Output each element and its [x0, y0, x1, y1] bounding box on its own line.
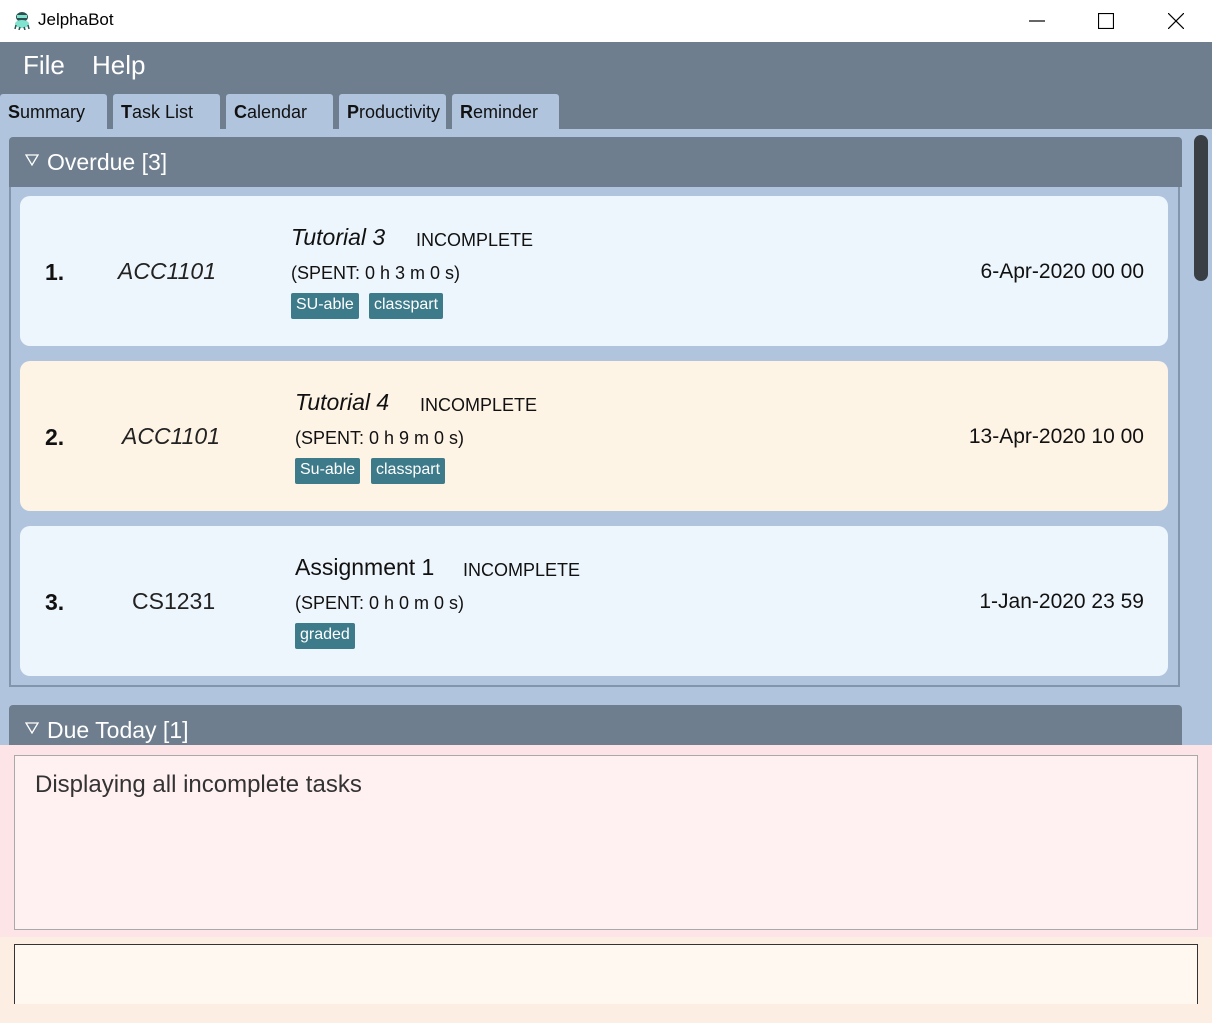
task-tag: graded	[295, 623, 355, 649]
title-bar: JelphaBot	[0, 0, 1212, 42]
tab-label: eminder	[473, 102, 539, 122]
minimize-button[interactable]	[1014, 6, 1060, 36]
menu-bar: File Help	[0, 42, 1212, 89]
scrollbar-thumb[interactable]	[1194, 135, 1208, 281]
task-tag: classpart	[369, 293, 444, 319]
result-display-panel: Displaying all incomplete tasks	[0, 745, 1212, 937]
task-due-date: 1-Jan-2020 23 59	[979, 590, 1144, 613]
tab-mnemonic: R	[460, 102, 473, 122]
task-index: 1.	[45, 259, 65, 285]
overdue-group-header[interactable]: Overdue [3]	[9, 137, 1182, 187]
task-name: Tutorial 4	[295, 389, 390, 415]
maximize-icon	[1098, 13, 1114, 29]
tab-productivity[interactable]: Productivity	[339, 94, 446, 129]
task-time-spent: (SPENT: 0 h 3 m 0 s)	[291, 263, 461, 283]
menu-help[interactable]: Help	[92, 50, 145, 81]
close-icon	[1168, 13, 1184, 29]
tab-mnemonic: T	[121, 102, 132, 122]
tab-label: ummary	[20, 102, 86, 122]
task-tag: Su-able	[295, 458, 361, 484]
task-time-spent: (SPENT: 0 h 0 m 0 s)	[295, 593, 465, 613]
tab-mnemonic: P	[347, 102, 360, 122]
collapse-arrow-icon	[25, 154, 39, 166]
task-due-date: 13-Apr-2020 10 00	[968, 425, 1144, 448]
task-index: 2.	[45, 424, 65, 450]
tab-label: roductivity	[359, 102, 441, 122]
due-today-group-header[interactable]: Due Today [1]	[9, 705, 1182, 745]
group-title: Due Today [1]	[47, 717, 189, 743]
task-card[interactable]: 1. ACC1101 Tutorial 3 INCOMPLETE (SPENT:…	[20, 196, 1168, 346]
tab-label: alendar	[247, 102, 308, 122]
tab-calendar[interactable]: Calendar	[226, 94, 333, 129]
task-status: INCOMPLETE	[463, 560, 581, 580]
tab-reminder[interactable]: Reminder	[452, 94, 559, 129]
tab-summary[interactable]: Summary	[0, 94, 107, 129]
task-time-spent: (SPENT: 0 h 9 m 0 s)	[295, 428, 465, 448]
task-due-date: 6-Apr-2020 00 00	[980, 260, 1144, 283]
tab-mnemonic: C	[234, 102, 247, 122]
task-index: 3.	[45, 589, 65, 615]
tab-mnemonic: S	[8, 102, 21, 122]
command-input[interactable]	[14, 944, 1198, 1004]
task-name: Assignment 1	[295, 554, 435, 580]
task-tag: SU-able	[291, 293, 359, 319]
collapse-arrow-icon	[25, 722, 39, 734]
result-message: Displaying all incomplete tasks	[35, 771, 362, 798]
task-card[interactable]: 2. ACC1101 Tutorial 4 INCOMPLETE (SPENT:…	[20, 361, 1168, 511]
task-list-panel: Overdue [3] 1. ACC1101 Tutorial 3 INCOMP…	[0, 129, 1212, 745]
task-module: CS1231	[132, 588, 216, 614]
task-module: ACC1101	[118, 258, 217, 284]
maximize-button[interactable]	[1083, 6, 1129, 36]
task-status: INCOMPLETE	[416, 230, 534, 250]
result-display: Displaying all incomplete tasks	[14, 755, 1198, 930]
jelphabot-app-icon	[14, 12, 30, 30]
task-module: ACC1101	[122, 423, 221, 449]
minimize-icon	[1029, 20, 1045, 22]
group-title: Overdue [3]	[47, 149, 168, 175]
task-status: INCOMPLETE	[420, 395, 538, 415]
window-title: JelphaBot	[38, 10, 114, 29]
task-tag: classpart	[371, 458, 446, 484]
menu-file[interactable]: File	[23, 50, 65, 81]
task-card[interactable]: 3. CS1231 Assignment 1 INCOMPLETE (SPENT…	[20, 526, 1168, 676]
task-name: Tutorial 3	[291, 224, 386, 250]
tab-bar: Summary Task List Calendar Productivity …	[0, 89, 1212, 129]
tab-task-list[interactable]: Task List	[113, 94, 220, 129]
close-button[interactable]	[1153, 6, 1199, 36]
command-panel	[0, 937, 1212, 1023]
tab-label: ask List	[132, 102, 194, 122]
vertical-scrollbar[interactable]	[1190, 129, 1212, 745]
